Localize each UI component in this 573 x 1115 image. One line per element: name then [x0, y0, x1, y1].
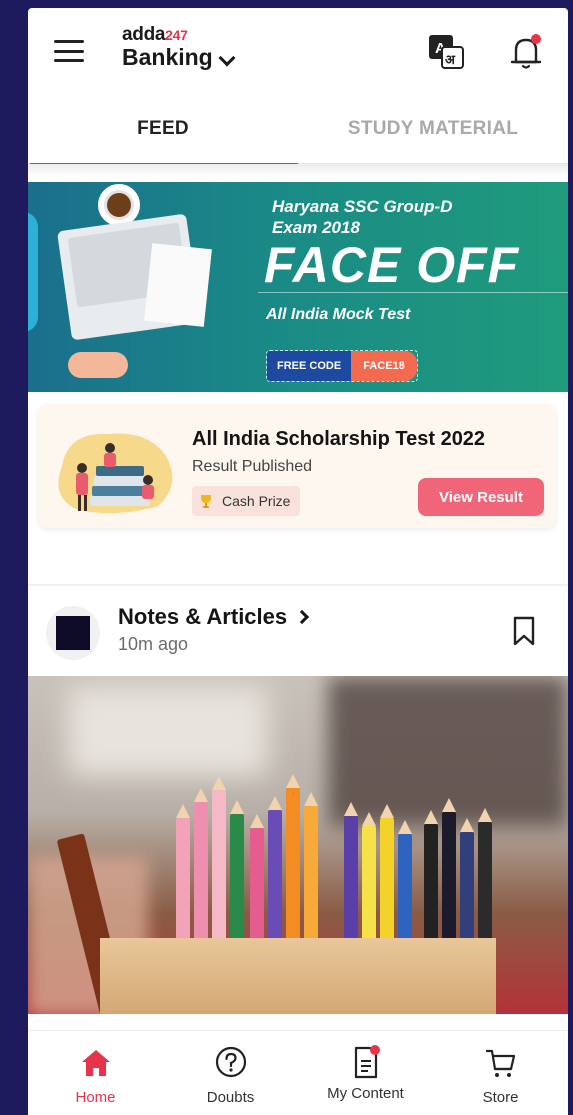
promo-code-value: FACE18	[351, 351, 417, 381]
home-icon	[81, 1050, 110, 1076]
avatar[interactable]	[46, 606, 100, 660]
banner-subline: All India Mock Test	[266, 306, 411, 323]
view-result-button[interactable]: View Result	[418, 478, 544, 516]
pencil-illustration	[460, 818, 474, 938]
promo-banner[interactable]: Haryana SSC Group-D Exam 2018 FACE OFF A…	[28, 182, 568, 392]
app-header: adda247 Banking A अ	[28, 8, 568, 98]
cash-prize-label: Cash Prize	[222, 493, 291, 509]
scholarship-card[interactable]: All India Scholarship Test 2022 Result P…	[38, 404, 556, 528]
section-divider	[28, 584, 568, 586]
scholarship-illustration	[58, 433, 173, 514]
tab-divider	[28, 164, 568, 176]
pencil-illustration	[380, 804, 394, 938]
pencil-illustration	[304, 792, 318, 938]
pencil-illustration	[424, 810, 438, 938]
document-icon	[354, 1045, 380, 1079]
logo-accent: 247	[165, 27, 188, 43]
translate-icon[interactable]: A अ	[428, 34, 464, 70]
nav-doubts[interactable]: Doubts	[163, 1031, 298, 1115]
scholarship-subtitle: Result Published	[192, 458, 313, 475]
post-title: Notes & Articles	[118, 604, 288, 629]
pencil-illustration	[176, 804, 190, 938]
bottom-nav: Home Doubts My Content Store	[28, 1030, 568, 1115]
bookmark-icon[interactable]	[512, 616, 536, 646]
nav-my-content[interactable]: My Content	[298, 1031, 433, 1115]
feed-tabs: FEED STUDY MATERIAL	[28, 98, 568, 167]
hand-illustration	[68, 352, 128, 378]
chevron-right-icon	[295, 609, 310, 625]
pencil-illustration	[286, 774, 300, 938]
trophy-icon	[201, 495, 211, 508]
avatar-image	[56, 616, 90, 650]
nav-store-label: Store	[482, 1089, 519, 1106]
hamburger-icon[interactable]	[54, 40, 84, 62]
bell-icon[interactable]	[508, 32, 544, 72]
promo-code-label: FREE CODE	[267, 351, 352, 381]
banner-headline: FACE OFF	[264, 237, 520, 293]
pencil-illustration	[442, 798, 456, 938]
logo-text: adda	[122, 24, 166, 45]
nav-doubts-label: Doubts	[206, 1089, 255, 1106]
tab-study-material[interactable]: STUDY MATERIAL	[298, 98, 568, 163]
banner-decoration	[28, 212, 38, 332]
promo-code: FREE CODE FACE18	[266, 350, 418, 382]
banner-line2: Exam 2018	[272, 218, 360, 237]
svg-text:अ: अ	[445, 53, 456, 68]
post-timestamp: 10m ago	[118, 634, 189, 654]
cash-prize-badge: Cash Prize	[192, 486, 301, 516]
pencil-illustration	[268, 796, 282, 938]
pencil-illustration	[230, 800, 244, 938]
banner-exam-title: Haryana SSC Group-D Exam 2018	[272, 196, 452, 238]
nav-home[interactable]: Home	[28, 1031, 163, 1115]
post-category-link[interactable]: Notes & Articles	[118, 604, 310, 630]
brand-logo: adda247	[122, 24, 233, 46]
pencil-illustration	[194, 788, 208, 938]
chevron-down-icon	[218, 49, 236, 66]
question-icon	[215, 1046, 246, 1078]
nav-store[interactable]: Store	[433, 1031, 568, 1115]
post-image[interactable]	[28, 676, 568, 1014]
brand-selector[interactable]: adda247 Banking	[122, 24, 236, 71]
scholarship-title: All India Scholarship Test 2022	[192, 428, 486, 450]
cart-icon	[485, 1049, 515, 1077]
paper-illustration	[144, 243, 212, 327]
category-label: Banking	[122, 44, 213, 70]
nav-home-label: Home	[75, 1089, 116, 1106]
coffee-illustration	[107, 193, 131, 217]
pencil-illustration	[212, 776, 226, 938]
pencil-box-illustration	[100, 938, 496, 1014]
nav-my-content-label: My Content	[327, 1085, 404, 1102]
pencil-illustration	[398, 820, 412, 938]
image-background-blur	[68, 686, 268, 776]
category-dropdown[interactable]: Banking	[122, 44, 236, 71]
pencil-illustration	[344, 802, 358, 938]
banner-line1: Haryana SSC Group-D	[272, 197, 453, 216]
app-screen: adda247 Banking A अ FEED STUDY MATERIAL	[28, 8, 568, 1115]
tab-feed[interactable]: FEED	[28, 98, 298, 167]
pencil-illustration	[478, 808, 492, 938]
pencil-illustration	[362, 812, 376, 938]
pencil-illustration	[250, 814, 264, 938]
